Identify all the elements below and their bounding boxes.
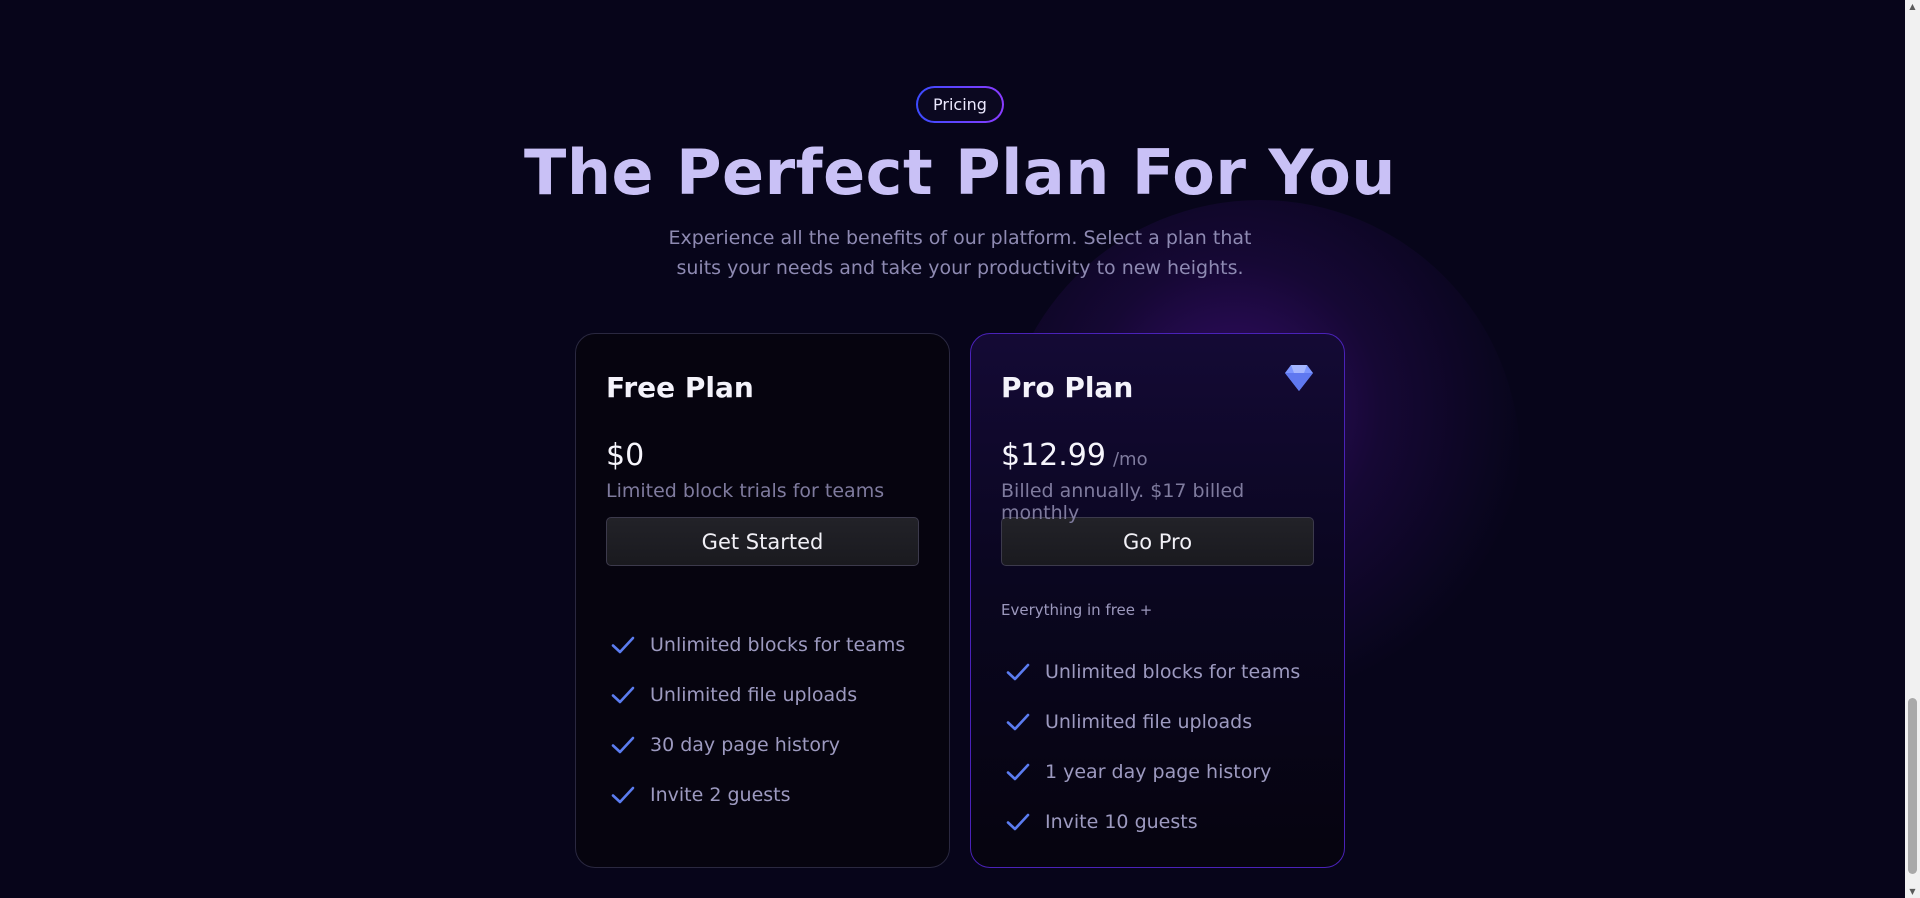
plan-price: $0 <box>606 438 645 473</box>
check-icon <box>611 786 635 804</box>
plan-price-note: Limited block trials for teams <box>606 480 885 502</box>
scroll-down-icon[interactable]: ▼ <box>1908 887 1917 896</box>
go-pro-button[interactable]: Go Pro <box>1001 517 1314 566</box>
price-row: $0 <box>606 438 919 478</box>
plan-name: Free Plan <box>606 371 754 404</box>
check-icon <box>611 736 635 754</box>
feature-list: Unlimited blocks for teams Unlimited fil… <box>606 620 919 820</box>
pricing-section: Pricing The Perfect Plan For You Experie… <box>0 0 1905 898</box>
pro-plan-card: Pro Plan $12.99 /mo Billed annually. $17… <box>970 333 1345 868</box>
feature-label: Invite 10 guests <box>1045 811 1198 833</box>
price-period: /mo <box>1112 449 1148 470</box>
check-icon <box>611 686 635 704</box>
page-title: The Perfect Plan For You <box>524 136 1396 209</box>
feature-item: Unlimited file uploads <box>1001 697 1314 747</box>
feature-label: Invite 2 guests <box>650 784 791 806</box>
free-plan-card: Free Plan $0 Limited block trials for te… <box>575 333 950 868</box>
feature-item: Invite 2 guests <box>606 770 919 820</box>
feature-label: Unlimited blocks for teams <box>650 634 906 656</box>
feature-label: 30 day page history <box>650 734 841 756</box>
pricing-badge: Pricing <box>916 86 1004 123</box>
feature-item: Unlimited blocks for teams <box>606 620 919 670</box>
feature-label: Unlimited blocks for teams <box>1045 661 1301 683</box>
get-started-button[interactable]: Get Started <box>606 517 919 566</box>
plan-price-note: Billed annually. $17 billed monthly <box>1001 480 1245 524</box>
price-row: $12.99 /mo <box>1001 438 1314 478</box>
scrollbar-thumb[interactable] <box>1908 698 1917 874</box>
feature-list: Unlimited blocks for teams Unlimited fil… <box>1001 647 1314 847</box>
feature-item: 1 year day page history <box>1001 747 1314 797</box>
plan-price: $12.99 <box>1001 438 1106 473</box>
feature-item: Unlimited blocks for teams <box>1001 647 1314 697</box>
check-icon <box>611 636 635 654</box>
diamond-icon <box>1285 365 1313 391</box>
feature-item: Unlimited file uploads <box>606 670 919 720</box>
feature-item: Invite 10 guests <box>1001 797 1314 847</box>
page-subtitle: Experience all the benefits of our platf… <box>668 227 1252 279</box>
plan-name: Pro Plan <box>1001 371 1134 404</box>
feature-label: Unlimited file uploads <box>650 684 858 706</box>
check-icon <box>1006 763 1030 781</box>
check-icon <box>1006 663 1030 681</box>
feature-label: Unlimited file uploads <box>1045 711 1253 733</box>
check-icon <box>1006 713 1030 731</box>
scroll-up-icon[interactable]: ▲ <box>1908 2 1917 11</box>
page-scrollbar[interactable]: ▲ ▼ <box>1905 0 1920 898</box>
feature-item: 30 day page history <box>606 720 919 770</box>
pricing-badge-label: Pricing <box>918 88 1002 121</box>
check-icon <box>1006 813 1030 831</box>
feature-label: 1 year day page history <box>1045 761 1272 783</box>
everything-in-free-label: Everything in free + <box>1001 601 1153 619</box>
